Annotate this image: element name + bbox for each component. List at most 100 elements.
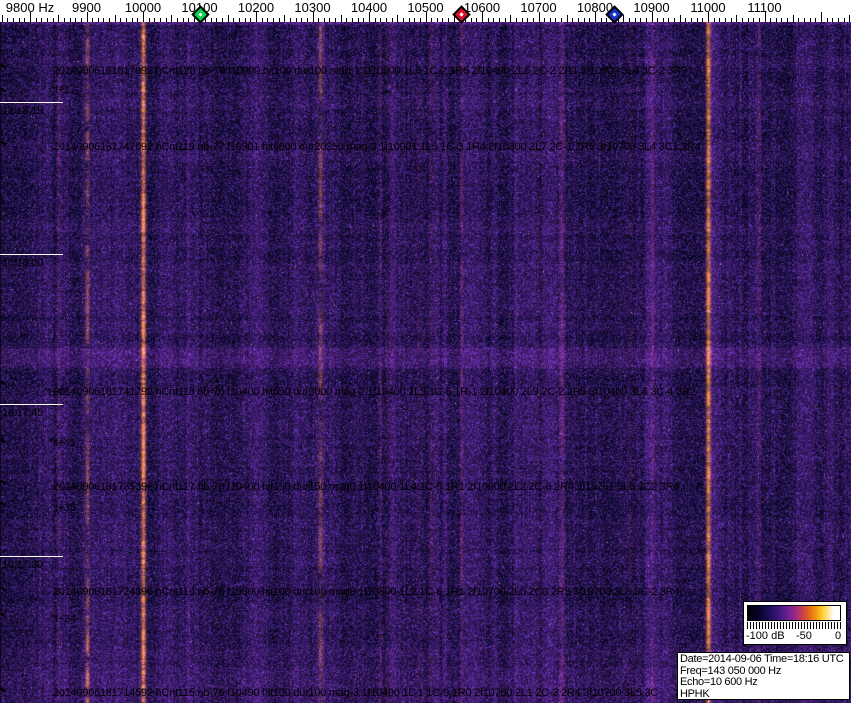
ruler-label: 10300 [294, 0, 331, 15]
colormap-gradient-bar [747, 605, 841, 621]
status-info-box: Date=2014-09-06 Time=18:16 UTC Freq=143 … [677, 652, 850, 700]
ruler-tick [176, 18, 178, 22]
ruler-tick [75, 18, 77, 22]
marker-blue-diamond[interactable] [605, 5, 624, 24]
ruler-tick [171, 15, 173, 22]
ruler-tick [318, 18, 320, 22]
ruler-tick [408, 18, 410, 22]
ruler-tick [289, 18, 291, 22]
ruler-tick [165, 18, 167, 22]
ruler-label: 11000 [690, 0, 726, 15]
db-scale-panel: -100 dB -50 0 [743, 601, 847, 645]
ruler-tick [798, 18, 800, 22]
ruler-tick [374, 18, 376, 22]
ruler-tick [431, 18, 433, 22]
ruler-tick [645, 18, 647, 22]
ruler-tick [114, 15, 116, 22]
ruler-tick [600, 18, 602, 22]
ruler-label: 10000 [124, 0, 162, 15]
ruler-tick [352, 18, 354, 22]
ruler-tick [747, 18, 749, 22]
ruler-tick [335, 18, 337, 22]
ruler-tick [272, 18, 274, 22]
ruler-tick [346, 18, 348, 22]
info-station-id: HPHK [680, 688, 710, 700]
ruler-tick [515, 18, 517, 22]
ruler-tick [826, 18, 828, 22]
ruler-tick [233, 18, 235, 22]
ruler-tick [691, 18, 693, 22]
info-date-time: Date=2014-09-06 Time=18:16 UTC [680, 654, 844, 665]
ruler-tick [295, 18, 297, 22]
ruler-tick [679, 15, 681, 22]
ruler-tick [329, 18, 331, 22]
ruler-tick [380, 18, 382, 22]
ruler-tick [561, 18, 563, 22]
frequency-ruler[interactable]: 9800 Hz990010000101001020010300104001050… [0, 0, 851, 22]
db-scale-label-min: -100 dB [746, 630, 785, 642]
ruler-tick [758, 18, 760, 22]
ruler-tick [323, 18, 325, 22]
ruler-tick [640, 18, 642, 22]
ruler-tick [741, 18, 743, 22]
ruler-tick [397, 15, 399, 22]
ruler-tick [498, 18, 500, 22]
ruler-tick [730, 18, 732, 22]
ruler-tick [837, 18, 839, 22]
ruler-tick [555, 18, 557, 22]
ruler-tick [572, 18, 574, 22]
spectrogram-canvas[interactable] [0, 22, 851, 703]
ruler-tick [131, 18, 133, 22]
ruler-tick [1, 15, 3, 22]
ruler-tick [657, 18, 659, 22]
ruler-tick [544, 18, 546, 22]
ruler-tick [63, 18, 65, 22]
ruler-tick [363, 18, 365, 22]
ruler-tick [470, 18, 472, 22]
ruler-tick [662, 18, 664, 22]
ruler-tick [527, 18, 529, 22]
ruler-tick [306, 18, 308, 22]
ruler-tick [487, 18, 489, 22]
ruler-tick [685, 18, 687, 22]
spectrogram-window: 20140906181817092 hCnt120 nb-76 f10900 h… [0, 0, 851, 703]
ruler-tick [578, 18, 580, 22]
ruler-tick [188, 18, 190, 22]
ruler-tick [736, 15, 738, 22]
ruler-tick [628, 18, 630, 22]
ruler-tick [58, 15, 60, 22]
marker-green-diamond[interactable] [190, 5, 210, 24]
ruler-tick [239, 18, 241, 22]
ruler-tick [391, 18, 393, 22]
ruler-tick [583, 18, 585, 22]
ruler-tick [357, 18, 359, 22]
ruler-tick [7, 18, 9, 22]
ruler-tick [13, 18, 15, 22]
info-frequency: Freq=143 050 000 Hz [680, 665, 782, 677]
ruler-tick [137, 18, 139, 22]
ruler-tick [92, 18, 94, 22]
ruler-tick [284, 15, 286, 22]
ruler-tick [792, 15, 794, 22]
ruler-tick [436, 18, 438, 22]
ruler-tick [753, 18, 755, 22]
ruler-tick [244, 18, 246, 22]
ruler-tick [159, 18, 161, 22]
ruler-tick [521, 18, 523, 22]
ruler-tick [340, 15, 342, 22]
ruler-tick [674, 18, 676, 22]
info-echo-frequency: Echo=10 600 Hz [680, 677, 758, 688]
ruler-tick [442, 18, 444, 22]
ruler-tick [696, 18, 698, 22]
ruler-tick [210, 18, 212, 22]
ruler-label: 9900 [72, 0, 101, 15]
ruler-tick [843, 18, 845, 22]
ruler-tick [448, 18, 450, 22]
ruler-label: 11100 [747, 0, 782, 15]
ruler-tick [589, 18, 591, 22]
marker-red-diamond[interactable] [452, 5, 471, 24]
ruler-tick [385, 18, 387, 22]
ruler-tick [419, 18, 421, 22]
ruler-tick [770, 18, 772, 22]
ruler-tick [148, 18, 150, 22]
